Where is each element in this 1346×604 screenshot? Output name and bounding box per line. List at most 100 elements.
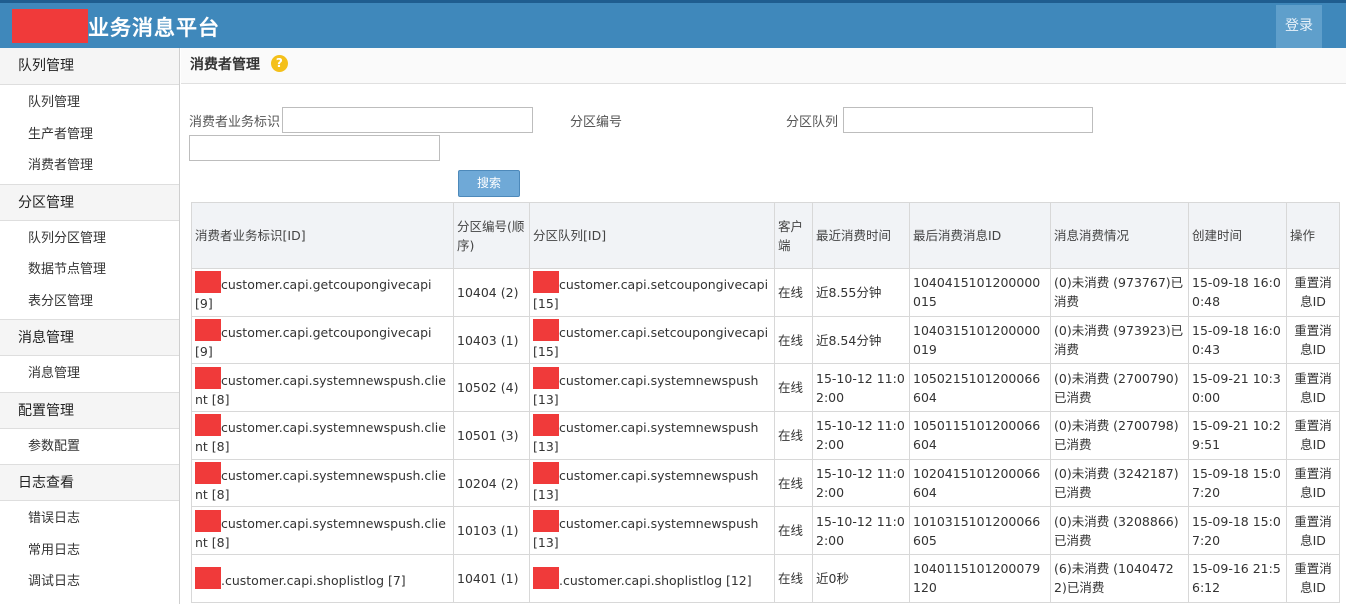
- cell-last-id-text: 1040415101200000015: [913, 275, 1041, 310]
- cell-last-id-text: 1040315101200000019: [913, 323, 1041, 358]
- reset-message-id-link[interactable]: 重置消息ID: [1286, 506, 1340, 556]
- cell-queue: customer.capi.setcoupongivecapi [15]: [529, 268, 775, 317]
- col-header-client[interactable]: 客户端: [774, 202, 813, 269]
- redacted-prefix: [533, 509, 559, 532]
- cell-last-id: 1040315101200000019: [909, 315, 1051, 365]
- help-icon[interactable]: ?: [270, 55, 288, 72]
- sidebar-item-param-config[interactable]: 参数配置: [0, 431, 179, 463]
- cell-consumer: .customer.capi.shoplistlog [7]: [191, 554, 454, 603]
- cell-client-status: 在线: [774, 458, 813, 508]
- cell-queue-text: customer.capi.systemnewspush [13]: [533, 420, 759, 455]
- cell-last-time-text: 15-10-12 11:02:00: [816, 466, 905, 501]
- cell-consumer: customer.capi.getcoupongivecapi [9]: [191, 315, 454, 365]
- table-row: customer.capi.systemnewspush.client [8] 1…: [191, 411, 1340, 460]
- cell-last-id: 1040115101200079120: [909, 554, 1051, 603]
- cell-consume-status: (0)未消费 (973767)已消费: [1050, 268, 1189, 317]
- partition-queue-input[interactable]: [843, 107, 1093, 133]
- cell-consumer-text: customer.capi.systemnewspush.client [8]: [195, 468, 446, 503]
- cell-partition-text: 10404 (2): [457, 284, 519, 300]
- cell-partition-text: 10403 (1): [457, 332, 519, 348]
- sidebar-item-message-manage[interactable]: 消息管理: [0, 358, 179, 390]
- table-header-row: 消费者业务标识[ID] 分区编号(顺序) 分区队列[ID] 客户端 最近消费时间…: [191, 202, 1340, 269]
- cell-created: 15-09-18 15:07:20: [1188, 458, 1287, 508]
- cell-consumer: customer.capi.getcoupongivecapi [9]: [191, 268, 454, 317]
- sidebar-item-table-partition[interactable]: 表分区管理: [0, 286, 179, 318]
- cell-consume-status: (0)未消费 (973923)已消费: [1050, 315, 1189, 365]
- cell-last-id: 1010315101200066605: [909, 506, 1051, 556]
- col-header-last-time[interactable]: 最近消费时间: [812, 202, 910, 269]
- sidebar-item-queue-partition[interactable]: 队列分区管理: [0, 223, 179, 255]
- sidebar-section-logs[interactable]: 日志查看: [0, 464, 179, 501]
- cell-created: 15-09-18 16:00:43: [1188, 315, 1287, 365]
- login-button[interactable]: 登录: [1276, 5, 1322, 48]
- cell-last-time: 15-10-12 11:02:00: [812, 506, 910, 556]
- partition-queue-label: 分区队列: [786, 115, 839, 130]
- sidebar-section-config[interactable]: 配置管理: [0, 391, 179, 429]
- cell-last-id-text: 1050215101200066604: [913, 370, 1041, 405]
- cell-client-status: 在线: [774, 554, 813, 603]
- cell-consume-status: (0)未消费 (2700790)已消费: [1050, 363, 1189, 413]
- cell-last-id: 1050115101200066604: [909, 411, 1051, 460]
- reset-message-id-link[interactable]: 重置消息ID: [1286, 458, 1340, 508]
- cell-last-time: 15-10-12 11:02:00: [812, 458, 910, 508]
- reset-message-id-link-text: 重置消息ID: [1294, 466, 1332, 501]
- reset-message-id-link[interactable]: 重置消息ID: [1286, 268, 1340, 317]
- reset-message-id-link[interactable]: 重置消息ID: [1286, 554, 1340, 603]
- sidebar-item-common-log[interactable]: 常用日志: [0, 535, 179, 567]
- col-header-last-id[interactable]: 最后消费消息ID: [909, 202, 1051, 269]
- col-header-op: 操作: [1286, 202, 1340, 269]
- redacted-prefix: [195, 366, 221, 389]
- cell-partition: 10204 (2): [453, 458, 530, 508]
- sidebar-item-queue-manage[interactable]: 队列管理: [0, 87, 179, 119]
- redacted-prefix: [195, 462, 221, 485]
- cell-partition: 10103 (1): [453, 506, 530, 556]
- page-title: 消费者管理: [190, 57, 260, 73]
- partition-no-input[interactable]: [189, 135, 440, 161]
- reset-message-id-link-text: 重置消息ID: [1294, 323, 1332, 358]
- col-header-created[interactable]: 创建时间: [1188, 202, 1287, 269]
- cell-consume-status-text: (0)未消费 (3242187)已消费: [1054, 466, 1179, 501]
- redacted-prefix: [195, 566, 221, 589]
- reset-message-id-link-text: 重置消息ID: [1294, 561, 1332, 596]
- cell-last-id-text: 1020415101200066604: [913, 466, 1041, 501]
- sidebar-section-message[interactable]: 消息管理: [0, 319, 179, 356]
- sidebar-section-partition[interactable]: 分区管理: [0, 183, 179, 221]
- consumer-id-input[interactable]: [282, 107, 533, 133]
- search-button[interactable]: 搜索: [458, 170, 520, 197]
- sidebar-item-producer-manage[interactable]: 生产者管理: [0, 119, 179, 151]
- redacted-prefix: [533, 566, 559, 589]
- reset-message-id-link[interactable]: 重置消息ID: [1286, 411, 1340, 460]
- cell-partition: 10404 (2): [453, 268, 530, 317]
- cell-last-id: 1020415101200066604: [909, 458, 1051, 508]
- cell-last-time: 近0秒: [812, 554, 910, 603]
- col-header-partition[interactable]: 分区编号(顺序): [453, 202, 530, 269]
- cell-client-status: 在线: [774, 363, 813, 413]
- table-row: customer.capi.getcoupongivecapi [9] 10403…: [191, 315, 1340, 365]
- cell-last-time-text: 15-10-12 11:02:00: [816, 513, 905, 548]
- cell-consume-status: (0)未消费 (3208866)已消费: [1050, 506, 1189, 556]
- sidebar-item-consumer-manage[interactable]: 消费者管理: [0, 150, 179, 182]
- sidebar-item-error-log[interactable]: 错误日志: [0, 503, 179, 535]
- cell-consume-status-text: (0)未消费 (973923)已消费: [1054, 323, 1184, 358]
- col-header-consumer[interactable]: 消费者业务标识[ID]: [191, 202, 454, 269]
- sidebar-section-queue[interactable]: 队列管理: [0, 48, 179, 85]
- col-header-queue[interactable]: 分区队列[ID]: [529, 202, 775, 269]
- sidebar-item-debug-log[interactable]: 调试日志: [0, 566, 179, 598]
- cell-created-text: 15-09-18 16:00:48: [1192, 275, 1281, 310]
- reset-message-id-link[interactable]: 重置消息ID: [1286, 363, 1340, 413]
- cell-partition-text: 10401 (1): [457, 570, 519, 586]
- reset-message-id-link[interactable]: 重置消息ID: [1286, 315, 1340, 365]
- cell-queue-text: customer.capi.setcoupongivecapi [15]: [533, 325, 769, 360]
- redacted-prefix: [533, 271, 559, 294]
- cell-queue-text: customer.capi.systemnewspush [13]: [533, 468, 759, 503]
- cell-consumer-text: customer.capi.systemnewspush.client [8]: [195, 515, 446, 550]
- cell-consume-status-text: (0)未消费 (2700790)已消费: [1054, 370, 1179, 405]
- cell-last-id-text: 1050115101200066604: [913, 418, 1041, 453]
- cell-last-time-text: 近0秒: [816, 570, 849, 586]
- sidebar-item-data-node[interactable]: 数据节点管理: [0, 254, 179, 286]
- cell-consumer-text: customer.capi.getcoupongivecapi [9]: [195, 277, 432, 312]
- col-header-status[interactable]: 消息消费情况: [1050, 202, 1189, 269]
- cell-client-status: 在线: [774, 411, 813, 460]
- cell-created: 15-09-21 10:29:51: [1188, 411, 1287, 460]
- cell-partition: 10401 (1): [453, 554, 530, 603]
